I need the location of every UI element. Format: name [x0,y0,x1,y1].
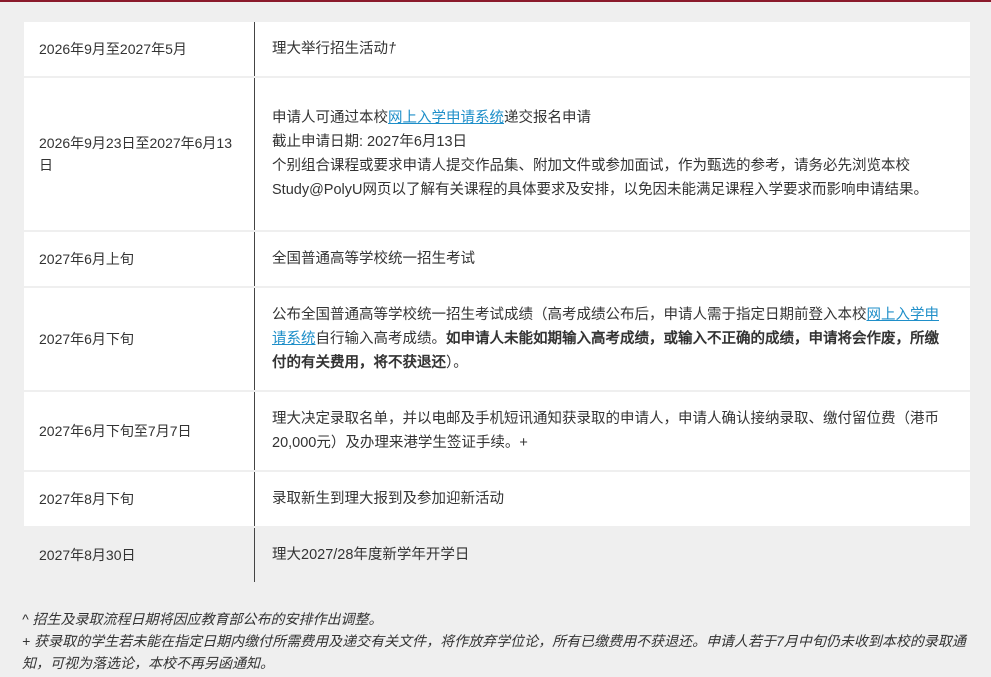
application-deadline: 截止申请日期: 2027年6月13日 [272,134,468,150]
event-text: ）。 [446,355,468,371]
schedule-date: 2027年6月上旬 [39,251,134,267]
schedule-event: 理大决定录取名单，并以电邮及手机短讯通知获录取的申请人，申请人确认接纳录取、缴付… [254,392,970,470]
schedule-row: 2027年8月30日 理大2027/28年度新学年开学日 [24,528,970,582]
event-text: 理大举行招生活动 [272,41,388,57]
schedule-event: 理大举行招生活动† [254,22,970,76]
schedule-date: 2027年8月30日 [39,547,136,563]
dagger-marker: † [388,41,397,57]
event-text: 全国普通高等学校统一招生考试 [272,251,475,267]
event-text: 递交报名申请 [504,110,591,126]
schedule-row: 2027年6月下旬 公布全国普通高等学校统一招生考试成绩（高考成绩公布后，申请人… [24,288,970,392]
schedule-event: 全国普通高等学校统一招生考试 [254,232,970,286]
schedule-date: 2027年8月下旬 [39,491,134,507]
schedule-event: 录取新生到理大报到及参加迎新活动 [254,472,970,526]
schedule-row: 2026年9月至2027年5月 理大举行招生活动† [24,22,970,78]
schedule-date: 2027年6月下旬至7月7日 [39,423,192,439]
event-text: 理大2027/28年度新学年开学日 [272,547,470,563]
top-border [0,0,991,2]
event-text: 公布全国普通高等学校统一招生考试成绩（高考成绩公布后，申请人需于指定日期前登入本… [272,307,867,323]
schedule-row: 2026年9月23日至2027年6月13日 申请人可通过本校网上入学申请系统递交… [24,78,970,232]
event-text: 申请人可通过本校 [272,110,388,126]
event-text: 自行输入高考成绩。 [315,331,447,347]
online-application-link[interactable]: 网上入学申请系统 [388,110,504,126]
event-text: 理大决定录取名单，并以电邮及手机短讯通知获录取的申请人，申请人确认接纳录取、缴付… [272,411,939,451]
schedule-row: 2027年6月上旬 全国普通高等学校统一招生考试 [24,232,970,288]
schedule-event: 申请人可通过本校网上入学申请系统递交报名申请 截止申请日期: 2027年6月13… [254,78,970,230]
schedule-date: 2026年9月23日至2027年6月13日 [39,135,233,173]
event-text: 录取新生到理大报到及参加迎新活动 [272,491,504,507]
footnote: + 获录取的学生若未能在指定日期内缴付所需费用及递交有关文件，将作放弃学位论，所… [22,633,966,671]
schedule-event: 理大2027/28年度新学年开学日 [254,528,970,582]
schedule-date: 2027年6月下旬 [39,331,134,347]
schedule-event: 公布全国普通高等学校统一招生考试成绩（高考成绩公布后，申请人需于指定日期前登入本… [254,288,970,390]
footnote: ^ 招生及录取流程日期将因应教育部公布的安排作出调整。 [22,611,383,627]
admission-schedule-table: 2026年9月至2027年5月 理大举行招生活动† 2026年9月23日至202… [24,22,970,582]
schedule-row: 2027年8月下旬 录取新生到理大报到及参加迎新活动 [24,472,970,528]
schedule-row: 2027年6月下旬至7月7日 理大决定录取名单，并以电邮及手机短讯通知获录取的申… [24,392,970,472]
footnotes: ^ 招生及录取流程日期将因应教育部公布的安排作出调整。 + 获录取的学生若未能在… [22,608,977,674]
portfolio-note: 个别组合课程或要求申请人提交作品集、附加文件或参加面试，作为甄选的参考，请务必先… [272,158,928,198]
schedule-date: 2026年9月至2027年5月 [39,41,187,57]
